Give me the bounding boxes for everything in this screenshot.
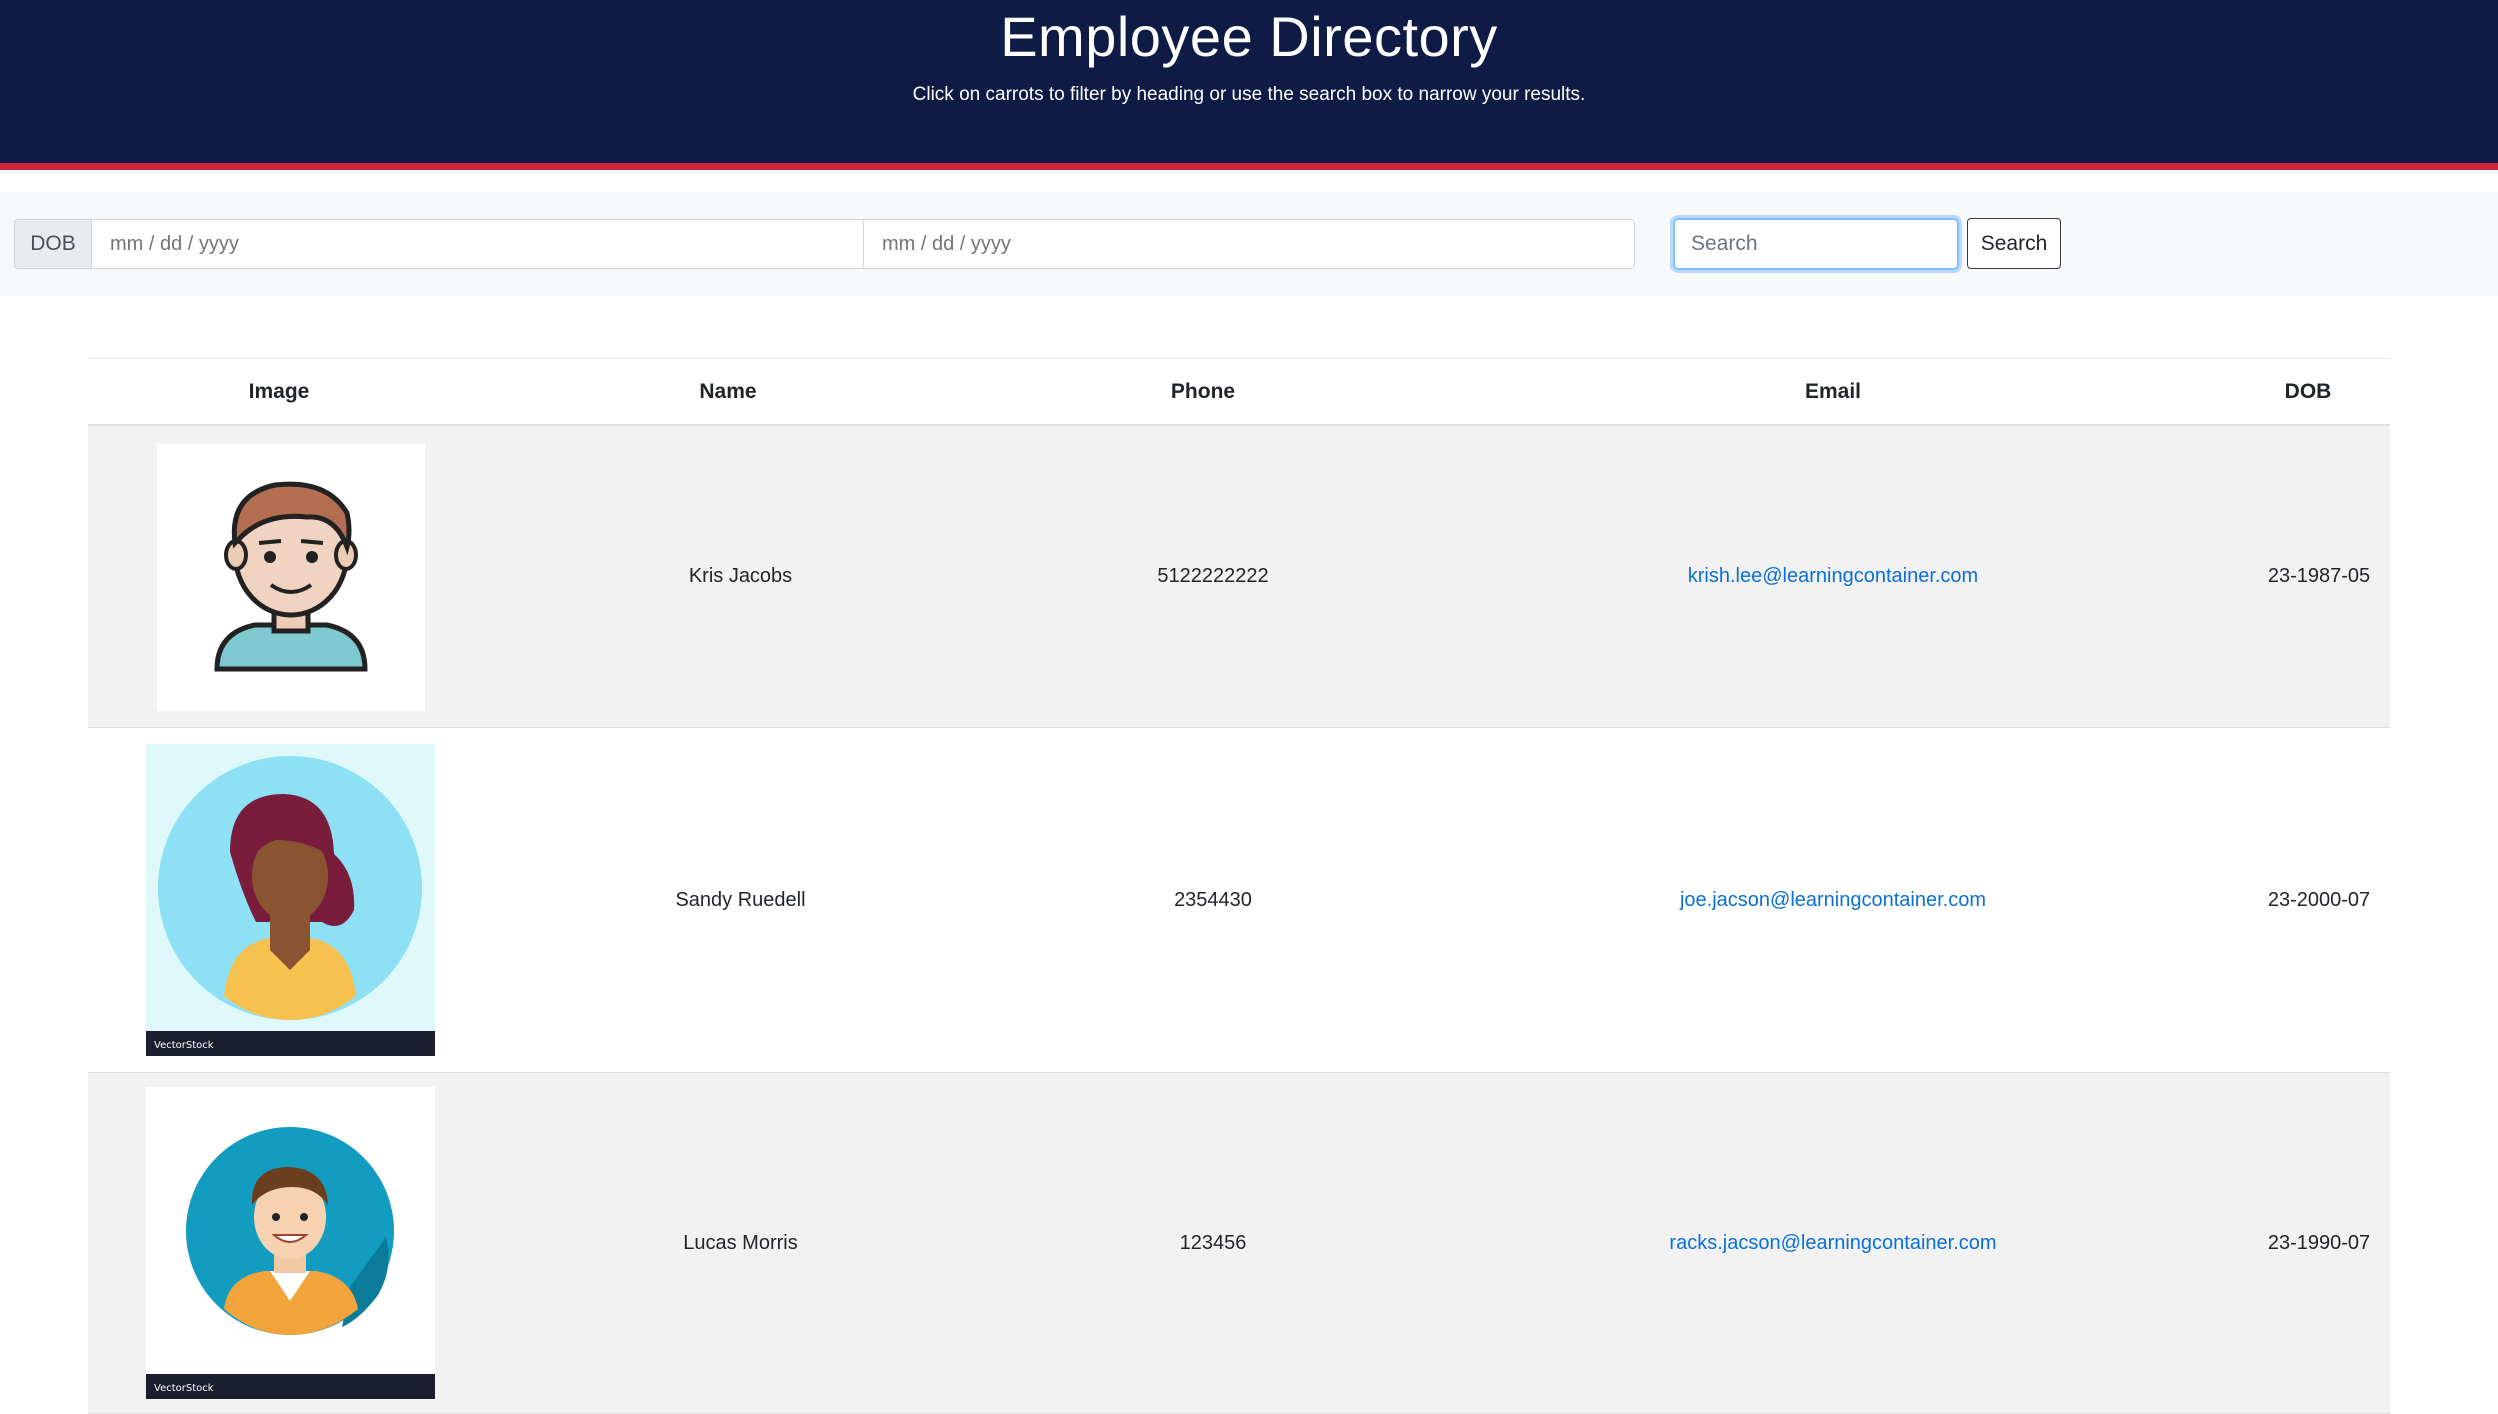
employee-phone: 123456	[1179, 1231, 1247, 1254]
dob-from-input[interactable]	[91, 219, 864, 269]
page-header: Employee Directory Click on carrots to f…	[0, 0, 2498, 170]
employee-phone: 5122222222	[1157, 565, 1269, 587]
employee-image-cell: VectorStock	[88, 1073, 493, 1413]
employee-image-cell	[88, 426, 493, 727]
filter-bar: DOB Search	[0, 192, 2498, 296]
employee-email-cell: joe.jacson@learningcontainer.com	[1438, 728, 2228, 1072]
dob-filter-label: DOB	[14, 219, 92, 269]
table-row: VectorStock Lucas Morris 123456 racks.ja…	[88, 1073, 2390, 1414]
watermark-brand: VectorStock	[154, 1383, 214, 1394]
avatar-man-circle-icon: VectorStock	[146, 1087, 435, 1399]
avatar-man-icon	[156, 442, 425, 711]
table-header: Image Name Phone Email DOB	[88, 359, 2390, 426]
employee-email-cell: krish.lee@learningcontainer.com	[1438, 426, 2228, 727]
employee-dob: 23-1990-07	[2267, 1231, 2371, 1254]
employee-email-link[interactable]: joe.jacson@learningcontainer.com	[1680, 889, 1986, 912]
dob-to-input[interactable]	[863, 219, 1635, 269]
employee-email-link[interactable]: racks.jacson@learningcontainer.com	[1669, 1232, 1996, 1255]
table-row: VectorStock Sandy Ruedell 2354430 joe.ja…	[88, 728, 2390, 1073]
page-subtitle: Click on carrots to filter by heading or…	[912, 84, 1586, 105]
employee-name: Sandy Ruedell	[675, 888, 806, 911]
column-header-dob[interactable]: DOB	[2218, 359, 2398, 424]
avatar-woman-icon: VectorStock	[146, 744, 435, 1056]
employee-name: Lucas Morris	[683, 1231, 798, 1254]
page-title: Employee Directory	[1000, 5, 1498, 68]
search-button[interactable]: Search	[1967, 218, 2061, 269]
employee-email-link[interactable]: krish.lee@learningcontainer.com	[1688, 565, 1978, 588]
column-header-phone[interactable]: Phone	[988, 359, 1418, 424]
search-input[interactable]	[1673, 218, 1959, 270]
column-header-email[interactable]: Email	[1438, 359, 2228, 424]
watermark-brand: VectorStock	[154, 1040, 214, 1051]
table-row: Kris Jacobs 5122222222 krish.lee@learnin…	[88, 426, 2390, 728]
employee-dob: 23-1987-05	[2267, 565, 2371, 587]
employee-dob: 23-2000-07	[2267, 888, 2371, 911]
employee-name: Kris Jacobs	[688, 565, 793, 587]
employee-image-cell: VectorStock	[88, 728, 493, 1072]
employee-table: Image Name Phone Email DOB Kris Jacobs 5…	[88, 358, 2390, 1414]
employee-phone: 2354430	[1174, 888, 1252, 911]
column-header-name[interactable]: Name	[528, 359, 928, 424]
header-divider	[0, 170, 2498, 178]
employee-email-cell: racks.jacson@learningcontainer.com	[1438, 1073, 2228, 1413]
column-header-image[interactable]: Image	[88, 359, 470, 424]
